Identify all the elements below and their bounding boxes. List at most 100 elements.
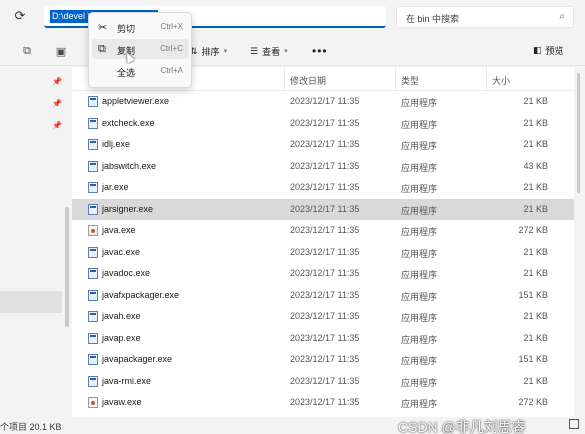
- file-type: 应用程序: [401, 248, 438, 259]
- table-row[interactable]: javapackager.exe 2023/12/17 11:35 应用程序 151 …: [72, 349, 574, 371]
- scrollbar-thumb[interactable]: [577, 73, 580, 193]
- copy-icon[interactable]: ⧉: [20, 44, 34, 58]
- table-row[interactable]: extcheck.exe 2023/12/17 11:35 应用程序 21 KB: [72, 113, 574, 135]
- file-size: 21 KB: [523, 246, 548, 257]
- view-toggle: [569, 419, 579, 429]
- sort-button[interactable]: ⇅ 排序 ▾: [190, 44, 227, 58]
- column-divider[interactable]: [284, 67, 285, 91]
- file-size: 21 KB: [523, 96, 548, 106]
- status-text: 个项目 20.1 KB: [0, 422, 62, 432]
- java-app-icon: [88, 225, 98, 236]
- table-row[interactable]: appletviewer.exe 2023/12/17 11:35 应用程序 21 K…: [72, 91, 574, 113]
- file-size: 43 KB: [523, 160, 548, 171]
- file-date: 2023/12/17 11:35: [290, 117, 360, 128]
- copy-icon: ⧉: [98, 43, 106, 55]
- navigation-pane: 📌 📌 📌: [0, 67, 72, 417]
- column-header-date[interactable]: 修改日期: [290, 74, 326, 87]
- file-type: 应用程序: [401, 356, 438, 366]
- exe-icon: [88, 375, 98, 387]
- file-date: 2023/12/17 11:35: [290, 225, 360, 235]
- file-type: 应用程序: [401, 227, 438, 237]
- menu-item-label: 全选: [117, 68, 136, 78]
- file-type: 应用程序: [401, 141, 438, 151]
- exe-icon: [88, 160, 98, 172]
- table-row[interactable]: jarsigner.exe 2023/12/17 11:35 应用程序 21 KB: [72, 198, 574, 220]
- file-date: 2023/12/17 11:35: [290, 289, 360, 300]
- context-menu-item[interactable]: ⧉ 复制 Ctrl+C: [92, 39, 189, 59]
- file-name: jar.exe: [102, 182, 129, 192]
- file-date: 2023/12/17 11:35: [290, 332, 360, 343]
- pin-icon[interactable]: 📌: [52, 77, 62, 87]
- table-row[interactable]: javah.exe 2023/12/17 11:35 应用程序 21 KB: [72, 306, 574, 328]
- scissors-icon: ✂: [98, 22, 108, 34]
- file-date: 2023/12/17 11:35: [290, 203, 360, 214]
- details-view-icon[interactable]: [569, 419, 579, 429]
- pin-icon[interactable]: 📌: [52, 121, 62, 131]
- file-size: 21 KB: [523, 182, 548, 192]
- file-date: 2023/12/17 11:35: [290, 96, 360, 106]
- file-rows: appletviewer.exe 2023/12/17 11:35 应用程序 21 K…: [72, 91, 574, 414]
- file-type: 应用程序: [401, 313, 438, 323]
- file-size: 21 KB: [523, 203, 548, 214]
- column-divider[interactable]: [486, 67, 487, 91]
- menu-item-shortcut: Ctrl+X: [160, 22, 183, 31]
- file-size: 272 KB: [518, 225, 548, 235]
- file-type: 应用程序: [401, 270, 438, 280]
- table-row[interactable]: jar.exe 2023/12/17 11:35 应用程序 21 KB: [72, 177, 574, 199]
- table-row[interactable]: javaw.exe 2023/12/17 11:35 应用程序 272 KB: [72, 392, 574, 414]
- table-row[interactable]: javap.exe 2023/12/17 11:35 应用程序 21 KB: [72, 328, 574, 350]
- view-button[interactable]: ☰ 查看 ▾: [250, 44, 288, 58]
- file-date: 2023/12/17 11:35: [290, 139, 360, 149]
- file-date: 2023/12/17 11:35: [290, 182, 360, 192]
- context-menu-item[interactable]: ✂ 剪切 Ctrl+X: [92, 17, 189, 37]
- menu-item-shortcut: Ctrl+C: [160, 44, 183, 53]
- exe-icon: [88, 96, 98, 107]
- table-row[interactable]: javadoc.exe 2023/12/17 11:35 应用程序 21 KB: [72, 263, 574, 285]
- file-list-scrollbar[interactable]: [577, 67, 581, 417]
- column-divider[interactable]: [395, 67, 396, 91]
- exe-icon: [88, 246, 98, 258]
- file-size: 21 KB: [523, 268, 548, 278]
- table-row[interactable]: idlj.exe 2023/12/17 11:35 应用程序 21 KB: [72, 134, 574, 156]
- exe-icon: [88, 354, 98, 365]
- table-row[interactable]: javafxpackager.exe 2023/12/17 11:35 应用程序 15…: [72, 285, 574, 307]
- table-row[interactable]: javac.exe 2023/12/17 11:35 应用程序 21 KB: [72, 242, 574, 264]
- preview-label: 预览: [545, 46, 564, 56]
- paste-icon[interactable]: ▣: [54, 44, 68, 58]
- file-name: jarsigner.exe: [102, 203, 154, 214]
- table-row[interactable]: java.exe 2023/12/17 11:35 应用程序 272 KB: [72, 220, 574, 242]
- file-type: 应用程序: [401, 184, 438, 194]
- file-date: 2023/12/17 11:35: [290, 354, 360, 364]
- refresh-icon[interactable]: ⟳: [12, 8, 28, 24]
- exe-icon: [88, 268, 98, 279]
- table-row[interactable]: jabswitch.exe 2023/12/17 11:35 应用程序 43 KB: [72, 156, 574, 178]
- file-size: 272 KB: [518, 397, 548, 407]
- column-header-type[interactable]: 类型: [401, 74, 419, 87]
- file-date: 2023/12/17 11:35: [290, 268, 360, 278]
- file-type: 应用程序: [401, 399, 438, 409]
- file-type: 应用程序: [401, 377, 438, 388]
- status-bar: 个项目 20.1 KB CSDN @非凡刘思睿: [0, 417, 585, 434]
- search-icon: ⌕: [559, 11, 565, 22]
- exe-icon: [88, 117, 98, 129]
- file-size: 21 KB: [523, 332, 548, 343]
- exe-icon: [88, 289, 98, 301]
- file-type: 应用程序: [401, 291, 438, 302]
- more-options-button[interactable]: •••: [312, 44, 328, 58]
- preview-icon: ◧: [533, 45, 542, 55]
- file-name: javadoc.exe: [102, 268, 151, 278]
- context-menu-item[interactable]: 全选 Ctrl+A: [92, 61, 189, 81]
- table-row[interactable]: java-rmi.exe 2023/12/17 11:35 应用程序 21 KB: [72, 371, 574, 393]
- view-icon: ☰: [250, 45, 259, 56]
- pin-icon[interactable]: 📌: [52, 99, 62, 109]
- nav-item-selected[interactable]: [0, 291, 62, 313]
- preview-pane-button[interactable]: ◧ 预览: [533, 44, 564, 57]
- nav-scrollbar[interactable]: [65, 207, 69, 327]
- column-header-size[interactable]: 大小: [492, 74, 510, 87]
- context-menu: ✂ 剪切 Ctrl+X ⧉ 复制 Ctrl+C 全选 Ctrl+A: [88, 12, 192, 88]
- search-input[interactable]: 在 bin 中搜索 ⌕: [396, 6, 574, 28]
- file-type: 应用程序: [401, 98, 438, 108]
- file-name: jabswitch.exe: [102, 160, 157, 171]
- file-size: 21 KB: [523, 117, 548, 128]
- exe-icon: [88, 332, 98, 344]
